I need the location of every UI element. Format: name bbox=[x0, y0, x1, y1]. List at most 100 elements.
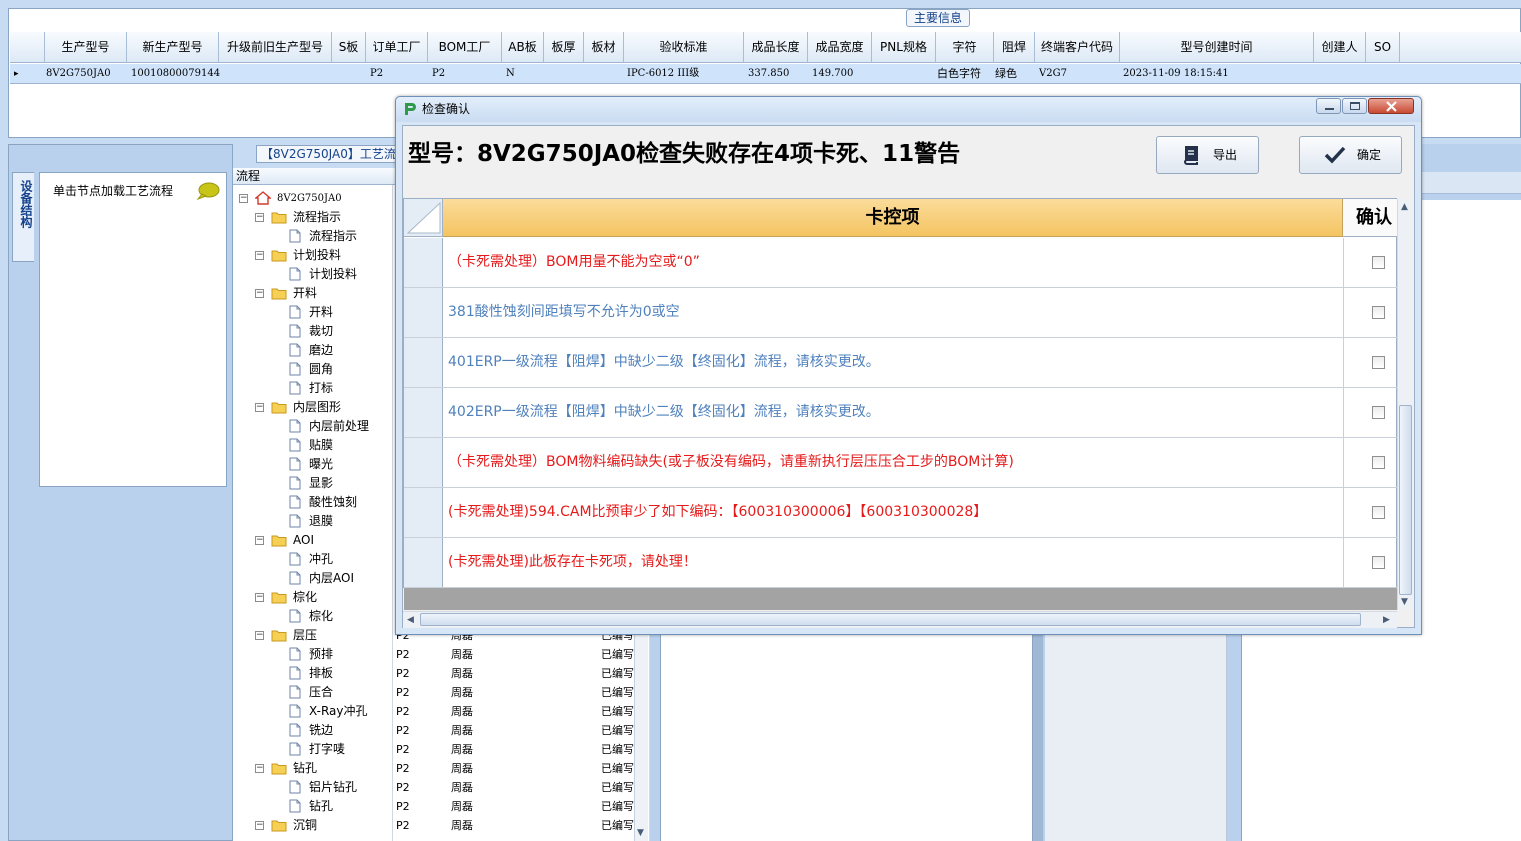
confirm-checkbox[interactable] bbox=[1372, 456, 1385, 469]
tree-expander[interactable]: − bbox=[255, 764, 264, 773]
row-header[interactable] bbox=[404, 438, 443, 487]
row-header[interactable] bbox=[404, 538, 443, 587]
export-button[interactable]: 导出 bbox=[1156, 136, 1259, 174]
col-header[interactable]: 成品长度 bbox=[744, 32, 808, 63]
scroll-right-arrow-icon[interactable]: ▶ bbox=[1383, 615, 1390, 625]
check-row[interactable]: 381酸性蚀刻间距填写不允许为0或空 bbox=[404, 288, 1397, 338]
check-row[interactable]: (卡死需处理)594.CAM比预审少了如下编码：【600310300006】【6… bbox=[404, 488, 1397, 538]
tree-group[interactable]: − AOI bbox=[233, 531, 393, 550]
table-cell[interactable]: IPC-6012 III级 bbox=[627, 64, 747, 84]
tree-leaf[interactable]: 铝片钻孔 bbox=[233, 778, 393, 797]
tree-leaf[interactable]: 铣边 bbox=[233, 721, 393, 740]
horizontal-scroll-thumb[interactable] bbox=[420, 613, 1361, 626]
table-cell[interactable] bbox=[222, 64, 335, 84]
tree-expander[interactable]: − bbox=[255, 251, 264, 260]
tree-expander[interactable]: − bbox=[255, 403, 264, 412]
row-header[interactable] bbox=[404, 388, 443, 437]
tree-leaf[interactable]: 贴膜 bbox=[233, 436, 393, 455]
check-row[interactable]: 402ERP一级流程【阻焊】中缺少二级【终固化】流程，请核实更改。 bbox=[404, 388, 1397, 438]
dialog-titlebar[interactable] bbox=[396, 97, 1421, 122]
table-cell[interactable]: P2 bbox=[370, 64, 432, 84]
tree-leaf[interactable]: 磨边 bbox=[233, 341, 393, 360]
col-header[interactable]: PNL规格 bbox=[872, 32, 936, 63]
tree-leaf[interactable]: 打字唛 bbox=[233, 740, 393, 759]
check-row[interactable]: （卡死需处理）BOM物料编码缺失(或子板没有编码，请重新执行层压压合工步的BOM… bbox=[404, 438, 1397, 488]
row-selector[interactable]: ▸ bbox=[14, 64, 42, 84]
tree-leaf[interactable]: 预排 bbox=[233, 645, 393, 664]
tree-leaf[interactable]: 压合 bbox=[233, 683, 393, 702]
main-grid-row[interactable]: ▸ 8V2G750JA0 10010800079144 P2 P2 N IPC-6012 I… bbox=[10, 64, 1521, 84]
table-cell[interactable] bbox=[1369, 64, 1403, 84]
table-cell[interactable] bbox=[875, 64, 939, 84]
tree-group[interactable]: − 开料 bbox=[233, 284, 393, 303]
col-header[interactable]: 板材 bbox=[584, 32, 624, 63]
confirm-checkbox[interactable] bbox=[1372, 556, 1385, 569]
tree-expander[interactable]: − bbox=[255, 213, 264, 222]
tree-leaf[interactable]: 钻孔 bbox=[233, 797, 393, 816]
scroll-down-arrow-icon[interactable]: ▼ bbox=[637, 828, 644, 838]
table-cell[interactable]: 10010800079144 bbox=[131, 64, 223, 84]
tree-leaf[interactable]: 内层前处理 bbox=[233, 417, 393, 436]
table-cell[interactable]: 149.700 bbox=[812, 64, 876, 84]
row-header[interactable] bbox=[404, 338, 443, 387]
tree-leaf[interactable]: 排板 bbox=[233, 664, 393, 683]
tree-group[interactable]: − 计划投料 bbox=[233, 246, 393, 265]
tree-expander[interactable]: − bbox=[255, 631, 264, 640]
table-cell[interactable]: 绿色 bbox=[995, 64, 1036, 84]
tree-leaf[interactable]: 开料 bbox=[233, 303, 393, 322]
col-header[interactable]: 创建人 bbox=[1314, 32, 1366, 63]
tree-expander[interactable]: − bbox=[255, 593, 264, 602]
col-header-item[interactable]: 卡控项 bbox=[443, 199, 1343, 237]
row-header[interactable] bbox=[404, 488, 443, 537]
close-button[interactable] bbox=[1368, 98, 1414, 114]
process-table-scrollbar[interactable]: ▼ bbox=[634, 630, 648, 841]
confirm-checkbox[interactable] bbox=[1372, 256, 1385, 269]
col-header[interactable]: 型号创建时间 bbox=[1120, 32, 1314, 63]
tree-expander[interactable]: − bbox=[255, 289, 264, 298]
tree-group[interactable]: − 内层图形 bbox=[233, 398, 393, 417]
col-header[interactable]: 阻焊 bbox=[994, 32, 1035, 63]
tree-root[interactable]: − 8V2G750JA0 bbox=[233, 189, 393, 208]
tree-group[interactable]: − 棕化 bbox=[233, 588, 393, 607]
tree-leaf[interactable]: 酸性蚀刻 bbox=[233, 493, 393, 512]
tree-leaf[interactable]: 冲孔 bbox=[233, 550, 393, 569]
scroll-down-arrow-icon[interactable]: ▼ bbox=[1401, 597, 1408, 607]
table-cell[interactable] bbox=[335, 64, 369, 84]
tree-leaf[interactable]: 计划投料 bbox=[233, 265, 393, 284]
tree-leaf[interactable]: 圆角 bbox=[233, 360, 393, 379]
tree-group[interactable]: − 层压 bbox=[233, 626, 393, 645]
tree-leaf[interactable]: 裁切 bbox=[233, 322, 393, 341]
tree-group[interactable]: − 沉铜 bbox=[233, 816, 393, 835]
tree-expander[interactable]: − bbox=[255, 821, 264, 830]
col-header[interactable]: S板 bbox=[332, 32, 366, 63]
confirm-checkbox[interactable] bbox=[1372, 306, 1385, 319]
confirm-checkbox[interactable] bbox=[1372, 506, 1385, 519]
check-row[interactable]: （卡死需处理）BOM用量不能为空或“0” bbox=[404, 238, 1397, 288]
confirm-button[interactable]: 确定 bbox=[1299, 136, 1402, 174]
tree-group[interactable]: − 流程指示 bbox=[233, 208, 393, 227]
confirm-checkbox[interactable] bbox=[1372, 356, 1385, 369]
table-cell[interactable]: P2 bbox=[432, 64, 506, 84]
select-all-corner[interactable] bbox=[404, 199, 443, 237]
col-header[interactable]: 成品宽度 bbox=[808, 32, 872, 63]
tree-leaf[interactable]: 内层AOI bbox=[233, 569, 393, 588]
col-header[interactable]: SO bbox=[1366, 32, 1400, 63]
table-cell[interactable]: V2G7 bbox=[1039, 64, 1124, 84]
col-header[interactable]: 字符 bbox=[936, 32, 994, 63]
table-cell[interactable]: 8V2G750JA0 bbox=[46, 64, 128, 84]
tree-leaf[interactable]: 棕化 bbox=[233, 607, 393, 626]
table-cell[interactable] bbox=[1317, 64, 1369, 84]
col-header[interactable]: 新生产型号 bbox=[127, 32, 219, 63]
chat-bubble-icon[interactable] bbox=[196, 182, 220, 200]
col-header-confirm[interactable]: 确认 bbox=[1343, 199, 1397, 237]
row-header[interactable] bbox=[404, 238, 443, 287]
tree-leaf[interactable]: 曝光 bbox=[233, 455, 393, 474]
splitter[interactable] bbox=[1033, 630, 1043, 841]
process-tree[interactable]: −8V2G750JA0− 流程指示 流程指示 − 计划投料 计划投料 − 开料 开料 裁切 磨边 圆角… bbox=[233, 185, 393, 841]
col-header[interactable]: 生产型号 bbox=[45, 32, 127, 63]
col-header[interactable]: 订单工厂 bbox=[366, 32, 428, 63]
tree-leaf[interactable]: X-Ray冲孔 bbox=[233, 702, 393, 721]
row-header[interactable] bbox=[404, 288, 443, 337]
table-cell[interactable]: 2023-11-09 18:15:41 bbox=[1123, 64, 1317, 84]
table-cell[interactable] bbox=[547, 64, 587, 84]
